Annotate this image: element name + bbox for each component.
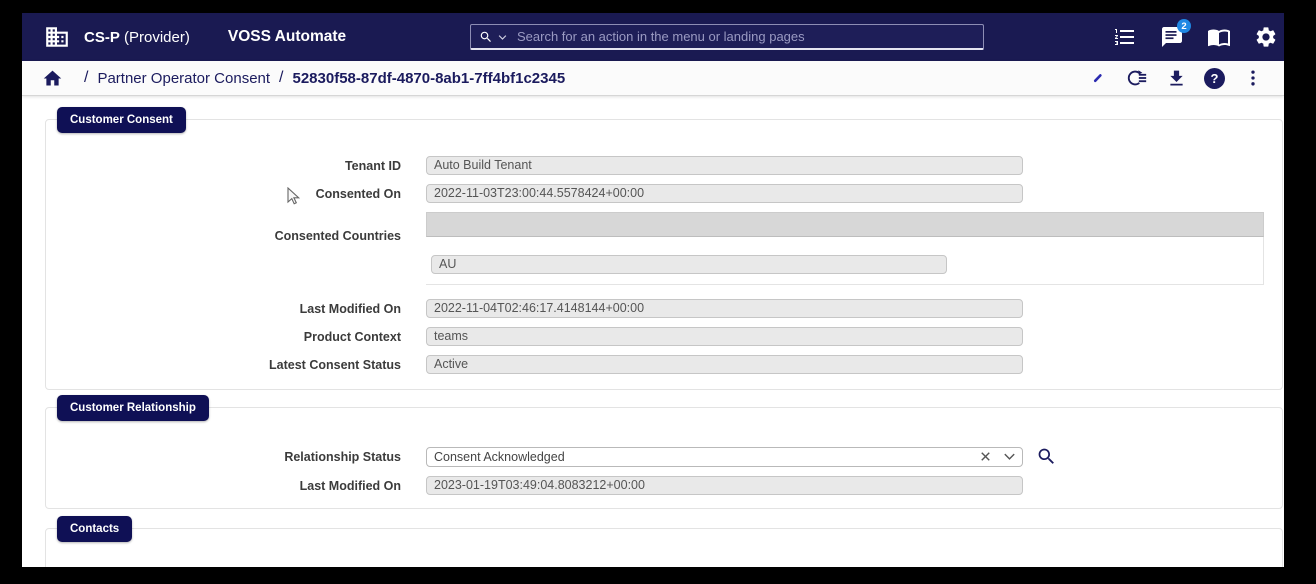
chevron-down-icon[interactable] (1002, 449, 1017, 464)
latest-consent-status-label: Latest Consent Status (46, 358, 426, 372)
product-context-label: Product Context (46, 330, 426, 344)
download-icon[interactable] (1165, 67, 1187, 89)
settings-gear-icon[interactable] (1254, 25, 1278, 49)
tenant-id-label: Tenant ID (46, 159, 426, 173)
product-title: VOSS Automate (228, 28, 346, 46)
notifications-chat-icon[interactable]: 2 (1160, 25, 1184, 49)
consented-countries-body: AU (426, 237, 1264, 284)
consented-on-row: Consented On 2022-11-03T23:00:44.5578424… (46, 184, 1282, 203)
app-window: CS-P (Provider) VOSS Automate (22, 13, 1284, 567)
breadcrumb-separator: / (84, 69, 88, 87)
breadcrumb-current-id: 52830f58-87df-4870-8ab1-7ff4bf1c2345 (293, 70, 566, 87)
top-navbar: CS-P (Provider) VOSS Automate (22, 13, 1284, 61)
customer-relationship-section-title: Customer Relationship (57, 395, 209, 421)
relationship-last-modified-field: 2023-01-19T03:49:04.8083212+00:00 (426, 476, 1023, 495)
task-list-icon[interactable] (1113, 25, 1137, 49)
lookup-search-icon[interactable] (1036, 446, 1057, 467)
consented-countries-header-bar (426, 212, 1264, 237)
consented-on-label: Consented On (46, 187, 426, 201)
transaction-log-icon[interactable] (1126, 67, 1148, 89)
relationship-last-modified-label: Last Modified On (46, 479, 426, 493)
latest-consent-status-field: Active (426, 355, 1023, 374)
customer-consent-panel: Customer Consent Tenant ID Auto Build Te… (45, 119, 1283, 390)
consent-last-modified-row: Last Modified On 2022-11-04T02:46:17.414… (46, 299, 1282, 318)
org-name: CS-P (84, 29, 120, 46)
contacts-panel: Contacts (45, 528, 1283, 567)
consented-countries-row: Consented Countries AU (46, 212, 1282, 285)
contacts-section-title: Contacts (57, 516, 132, 542)
relationship-status-label: Relationship Status (46, 450, 426, 464)
relationship-status-row: Relationship Status Consent Acknowledged (46, 446, 1282, 467)
hierarchy-selector[interactable]: CS-P (Provider) (84, 29, 190, 46)
navbar-action-icons: 2 (1113, 13, 1278, 61)
clear-selection-icon[interactable] (978, 449, 993, 464)
documentation-book-icon[interactable] (1207, 25, 1231, 49)
global-search[interactable] (470, 24, 984, 50)
edit-pencil-icon[interactable] (1087, 67, 1109, 89)
page-content: Customer Consent Tenant ID Auto Build Te… (22, 96, 1284, 567)
screenshot-frame: CS-P (Provider) VOSS Automate (0, 0, 1316, 584)
consented-countries-label: Consented Countries (46, 212, 426, 243)
consented-on-field: 2022-11-03T23:00:44.5578424+00:00 (426, 184, 1023, 203)
latest-consent-status-row: Latest Consent Status Active (46, 355, 1282, 374)
relationship-status-combobox[interactable]: Consent Acknowledged (426, 447, 1023, 467)
consent-last-modified-field: 2022-11-04T02:46:17.4148144+00:00 (426, 299, 1023, 318)
search-icon (479, 30, 493, 44)
customer-consent-section-title: Customer Consent (57, 107, 186, 133)
consented-countries-list: AU (426, 212, 1264, 285)
page-action-icons: ? (1087, 67, 1264, 89)
product-context-row: Product Context teams (46, 327, 1282, 346)
tenant-id-row: Tenant ID Auto Build Tenant (46, 156, 1282, 175)
breadcrumb-parent-link[interactable]: Partner Operator Consent (97, 70, 270, 87)
search-scope-chevron-icon[interactable] (498, 34, 507, 41)
search-input[interactable] (517, 29, 975, 44)
breadcrumb-separator: / (279, 69, 283, 87)
country-field: AU (431, 255, 947, 274)
breadcrumb-bar: / Partner Operator Consent / 52830f58-87… (22, 61, 1284, 96)
org-type: (Provider) (124, 29, 190, 46)
home-icon[interactable] (42, 68, 63, 89)
consent-last-modified-label: Last Modified On (46, 302, 426, 316)
relationship-status-value: Consent Acknowledged (434, 450, 969, 464)
customer-relationship-panel: Customer Relationship Relationship Statu… (45, 407, 1283, 509)
relationship-last-modified-row: Last Modified On 2023-01-19T03:49:04.808… (46, 476, 1282, 495)
tenant-id-field: Auto Build Tenant (426, 156, 1023, 175)
notification-count-badge: 2 (1177, 19, 1191, 33)
help-icon[interactable]: ? (1204, 68, 1225, 89)
kebab-menu-icon[interactable] (1242, 67, 1264, 89)
product-context-field: teams (426, 327, 1023, 346)
organization-building-icon (44, 24, 70, 50)
